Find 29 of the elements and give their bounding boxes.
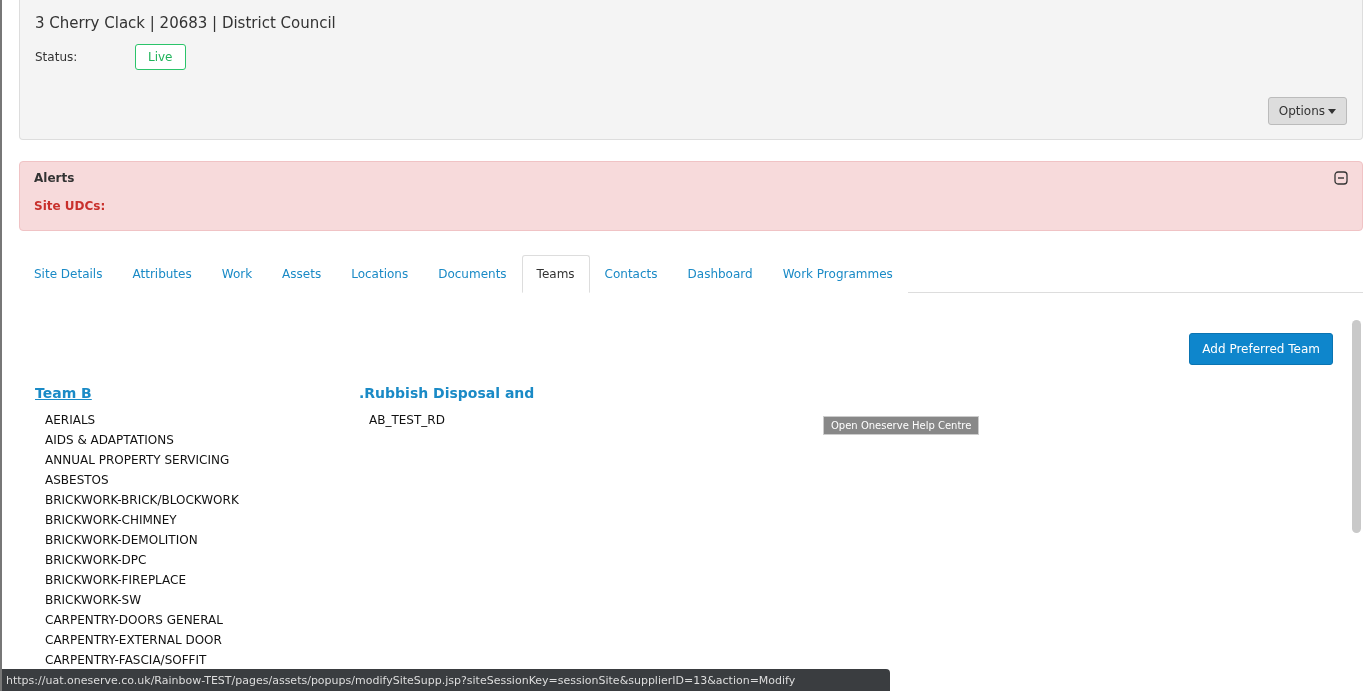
collapse-icon[interactable] — [1334, 171, 1348, 185]
trade-item: AERIALS — [44, 412, 97, 429]
trade-item: CARPENTRY-DOORS GENERAL — [44, 612, 224, 629]
help-tooltip: Open Oneserve Help Centre — [823, 416, 980, 435]
options-button[interactable]: Options — [1267, 97, 1347, 125]
trade-item: CARPENTRY-FASCIA/SOFFIT — [44, 652, 208, 669]
trade-item: BRICKWORK-BRICK/BLOCKWORK — [44, 492, 240, 509]
trade-item: ASBESTOS — [44, 472, 110, 489]
team-name-link[interactable]: .Rubbish Disposal and — [359, 385, 683, 401]
trade-item: BRICKWORK-FIREPLACE — [44, 572, 188, 589]
link-status-bar: https://uat.oneserve.co.uk/Rainbow-TEST/pages/assets/popups/modifySiteSupp.jsp?siteSessionKey=sessionSite&supplierID=13&action=Modify — [2, 669, 890, 691]
team-name-link[interactable]: Team B — [35, 385, 359, 401]
site-udcs-label: Site UDCs: — [34, 199, 107, 213]
alerts-title: Alerts — [34, 171, 75, 185]
trade-item: BRICKWORK-DPC — [44, 552, 148, 569]
trade-item: CARPENTRY-EXTERNAL DOOR — [44, 632, 223, 649]
add-preferred-team-button[interactable]: Add Preferred Team — [1189, 333, 1333, 365]
site-title: 3 Cherry Clack | 20683 | District Council — [35, 14, 337, 32]
trade-item: BRICKWORK-DEMOLITION — [44, 532, 199, 549]
trade-item: AIDS & ADAPTATIONS — [44, 432, 175, 449]
trade-item: AB_TEST_RD — [368, 412, 446, 429]
status-label: Status: — [35, 50, 79, 64]
scrollbar[interactable] — [1352, 320, 1361, 533]
status-badge: Live — [135, 44, 186, 70]
trade-item: ANNUAL PROPERTY SERVICING — [44, 452, 231, 469]
trade-item: BRICKWORK-CHIMNEY — [44, 512, 178, 529]
caret-icon — [1328, 108, 1336, 114]
trade-item: BRICKWORK-SW — [44, 592, 142, 609]
tab[interactable]: Teams — [521, 255, 590, 293]
